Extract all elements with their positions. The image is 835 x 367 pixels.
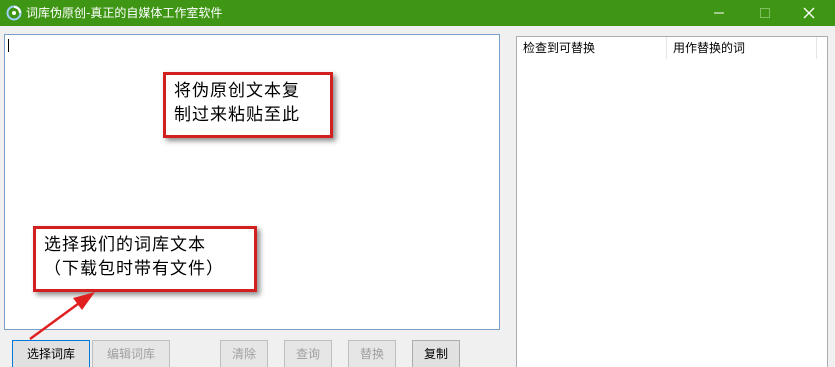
query-button[interactable]: 查询: [284, 340, 332, 367]
list-header: 检查到可替换 用作替换的词: [517, 37, 827, 59]
title-bar[interactable]: 词库伪原创-真正的自媒体工作室软件: [0, 0, 835, 26]
paste-hint-line-2: 制过来粘贴至此: [174, 105, 300, 125]
app-logo-icon: [6, 5, 22, 21]
minimize-button[interactable]: [696, 0, 742, 26]
paste-hint-line-1: 将伪原创文本复: [174, 81, 300, 101]
maximize-icon: [760, 8, 770, 18]
paste-hint-callout: 将伪原创文本复 制过来粘贴至此: [163, 72, 333, 138]
select-hint-line-2: （下载包时带有文件）: [44, 259, 224, 279]
replacement-list[interactable]: 检查到可替换 用作替换的词: [516, 36, 828, 367]
close-icon: [803, 7, 815, 19]
window-title: 词库伪原创-真正的自媒体工作室软件: [26, 6, 223, 20]
app-window: 词库伪原创-真正的自媒体工作室软件 检查到可替换 用作替换的词 将伪原创文本复 …: [0, 0, 835, 367]
maximize-button[interactable]: [742, 0, 788, 26]
edit-library-button[interactable]: 编辑词库: [92, 340, 170, 367]
select-library-hint-callout: 选择我们的词库文本 （下载包时带有文件）: [33, 226, 257, 292]
select-library-button[interactable]: 选择词库: [12, 340, 90, 367]
text-caret: [8, 39, 9, 52]
replace-button[interactable]: 替换: [348, 340, 396, 367]
copy-button[interactable]: 复制: [412, 340, 460, 367]
clear-button[interactable]: 清除: [220, 340, 268, 367]
minimize-icon: [714, 12, 724, 14]
select-hint-line-1: 选择我们的词库文本: [44, 235, 206, 255]
column-header-replacement[interactable]: 用作替换的词: [667, 37, 817, 59]
column-header-replaceable[interactable]: 检查到可替换: [517, 37, 667, 59]
close-button[interactable]: [786, 0, 832, 26]
